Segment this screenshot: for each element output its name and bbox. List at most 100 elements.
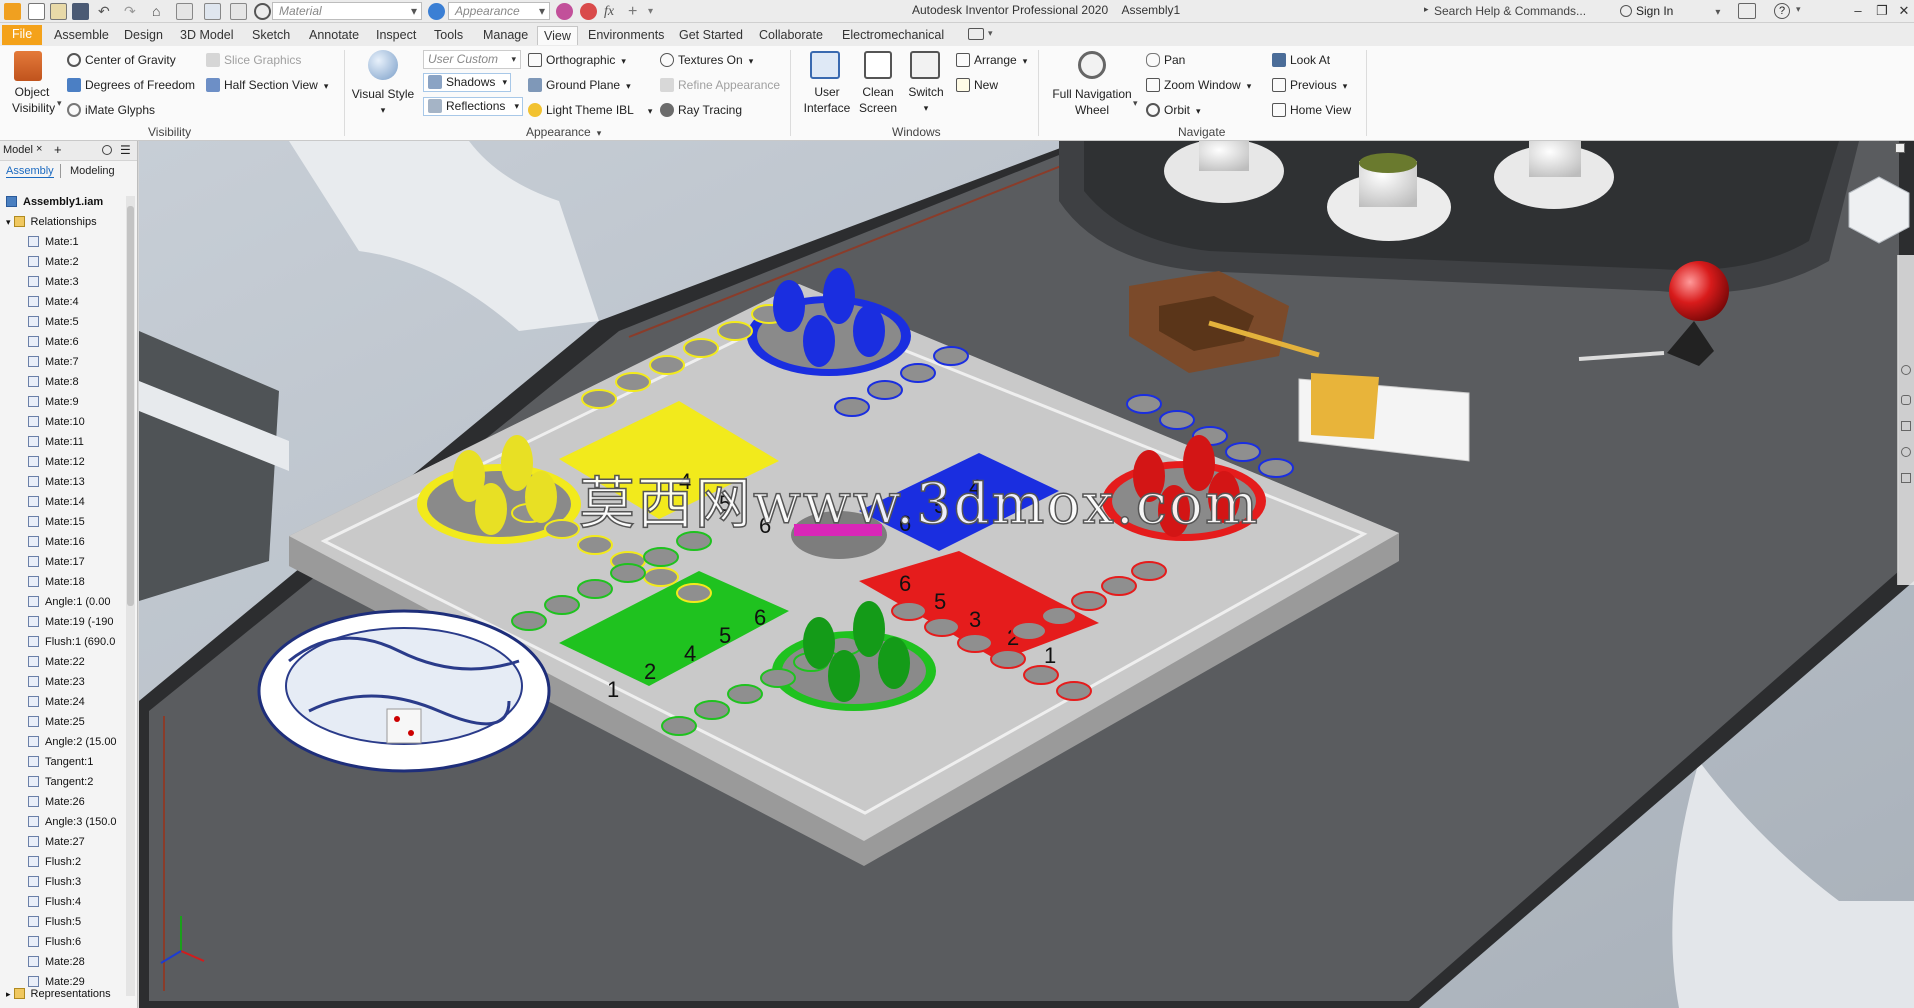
- browser-add-icon[interactable]: +: [54, 142, 62, 157]
- tree-representations[interactable]: ▸ Representations: [6, 984, 140, 1004]
- pan-hand-icon[interactable]: [1901, 395, 1911, 405]
- home-icon[interactable]: ⌂: [152, 3, 169, 20]
- close-window-icon[interactable]: ✕: [1893, 0, 1914, 22]
- search-help-input[interactable]: Search Help & Commands...: [1434, 1, 1592, 21]
- graphics-viewport[interactable]: 4 5 6 6 5 4 6 5 3 2 1 6 5 4 2 1 莫西网www.3…: [139, 141, 1914, 1008]
- full-navigation-wheel-button[interactable]: Full Navigation Wheel: [1048, 86, 1136, 118]
- tab-design[interactable]: Design: [118, 26, 169, 45]
- navigation-bar[interactable]: [1897, 255, 1914, 585]
- expand-icon[interactable]: ▸: [6, 989, 11, 999]
- degrees-of-freedom-button[interactable]: Degrees of Freedom: [67, 77, 195, 93]
- orthographic-button[interactable]: Orthographic ▾: [528, 52, 626, 69]
- refine-appearance-button[interactable]: Refine Appearance: [660, 77, 780, 93]
- clean-screen-button[interactable]: Clean Screen: [854, 84, 902, 116]
- save-icon[interactable]: [72, 3, 89, 20]
- shadows-button[interactable]: Shadows ▾: [423, 73, 511, 92]
- browser-close-icon[interactable]: ×: [36, 143, 42, 155]
- object-visibility-label-2: Visibility: [12, 101, 56, 115]
- zoom-icon[interactable]: [1901, 421, 1911, 431]
- center-of-gravity-button[interactable]: Center of Gravity: [67, 52, 176, 68]
- tab-assembly[interactable]: Assembly: [6, 165, 54, 178]
- browser-scrollbar[interactable]: [126, 196, 135, 996]
- tab-3d-model[interactable]: 3D Model: [174, 26, 240, 45]
- browser-search-icon[interactable]: [102, 145, 112, 155]
- select-icon[interactable]: [204, 3, 221, 20]
- material-selector[interactable]: Material ▾: [272, 2, 422, 20]
- track-space: [683, 338, 719, 358]
- adjust-appearance-icon[interactable]: [580, 3, 597, 20]
- tab-electromechanical[interactable]: Electromechanical: [836, 26, 950, 45]
- tab-environments[interactable]: Environments: [582, 26, 670, 45]
- constraint-icon: [28, 596, 39, 607]
- nav-wheel-icon[interactable]: [1901, 365, 1911, 375]
- visual-style-button[interactable]: Visual Style ▾: [351, 86, 415, 118]
- home-view-button[interactable]: Home View: [1272, 102, 1351, 118]
- reflections-button[interactable]: Reflections ▾: [423, 97, 523, 116]
- tab-file[interactable]: File: [2, 25, 43, 45]
- tree-relationships[interactable]: ▾ Relationships: [6, 212, 140, 232]
- slice-graphics-button[interactable]: Slice Graphics: [206, 52, 301, 68]
- open-folder-icon[interactable]: [50, 3, 67, 20]
- user-interface-button[interactable]: User Interface: [798, 84, 856, 116]
- textures-on-button[interactable]: Textures On ▾: [660, 52, 753, 69]
- light-theme-button[interactable]: Light Theme IBL ▾: [528, 102, 652, 119]
- object-visibility-dropdown-icon[interactable]: ▾: [57, 98, 62, 109]
- tree-constraint-label: Flush:6: [45, 936, 82, 948]
- ribbon-toggle-dropdown-icon[interactable]: ▾: [988, 28, 993, 39]
- tab-assemble[interactable]: Assemble: [48, 26, 115, 45]
- update-icon[interactable]: [176, 3, 193, 20]
- maximize-viewport-icon[interactable]: [1895, 143, 1905, 153]
- tab-sketch[interactable]: Sketch: [246, 26, 296, 45]
- orbit-button[interactable]: Orbit ▾: [1146, 102, 1201, 119]
- tab-view[interactable]: View: [537, 26, 578, 45]
- scroll-thumb[interactable]: [127, 206, 134, 606]
- pan-button[interactable]: Pan: [1146, 52, 1185, 68]
- help-icon[interactable]: ?: [1774, 3, 1790, 19]
- sign-in-button[interactable]: Sign In ▾: [1620, 1, 1720, 21]
- new-window-button[interactable]: New: [956, 77, 998, 93]
- half-section-view-button[interactable]: Half Section View ▾: [206, 77, 328, 94]
- look-at-button[interactable]: Look At: [1272, 52, 1330, 68]
- measure-icon[interactable]: [230, 3, 247, 20]
- track-space: [760, 668, 796, 688]
- clear-appearance-icon[interactable]: [556, 3, 573, 20]
- orbit-nav-icon[interactable]: [1901, 447, 1911, 457]
- search-expand-icon[interactable]: ▸: [1424, 4, 1429, 15]
- arrange-button[interactable]: Arrange ▾: [956, 52, 1027, 69]
- add-icon[interactable]: +: [628, 3, 645, 20]
- help-dropdown-icon[interactable]: ▾: [1796, 4, 1801, 15]
- tab-annotate[interactable]: Annotate: [303, 26, 365, 45]
- app-menu-icon[interactable]: [4, 3, 21, 20]
- tab-manage[interactable]: Manage: [477, 26, 534, 45]
- tree-root-assembly[interactable]: Assembly1.iam: [6, 192, 140, 212]
- tab-inspect[interactable]: Inspect: [370, 26, 422, 45]
- zoom-window-button[interactable]: Zoom Window ▾: [1146, 77, 1251, 94]
- ribbon-toggle-icon[interactable]: [968, 28, 984, 40]
- imate-glyphs-button[interactable]: iMate Glyphs: [67, 102, 155, 118]
- tab-modeling[interactable]: Modeling: [70, 165, 115, 177]
- previous-view-button[interactable]: Previous ▾: [1272, 77, 1347, 94]
- appearance-group-label[interactable]: Appearance ▾: [526, 125, 601, 139]
- look-at-nav-icon[interactable]: [1901, 473, 1911, 483]
- user-custom-dropdown[interactable]: User Custom ▾: [423, 50, 521, 69]
- tab-collaborate[interactable]: Collaborate: [753, 26, 829, 45]
- new-file-icon[interactable]: [28, 3, 45, 20]
- qat-dropdown-icon[interactable]: ▾: [648, 3, 665, 20]
- browser-menu-icon[interactable]: ☰: [120, 143, 131, 157]
- cart-icon[interactable]: [1738, 3, 1756, 19]
- minimize-icon[interactable]: –: [1847, 0, 1869, 22]
- full-nav-dropdown-icon[interactable]: ▾: [1133, 98, 1138, 109]
- collapse-icon[interactable]: ▾: [6, 217, 11, 227]
- appearance-selector[interactable]: Appearance ▾: [448, 2, 550, 20]
- ground-plane-icon: [528, 78, 542, 92]
- tab-get-started[interactable]: Get Started: [673, 26, 749, 45]
- object-visibility-button[interactable]: Object Visibility: [12, 84, 56, 116]
- undo-icon[interactable]: ↶: [98, 3, 115, 20]
- switch-button[interactable]: Switch ▾: [900, 84, 952, 116]
- parameters-icon[interactable]: fx: [604, 3, 621, 20]
- ground-plane-button[interactable]: Ground Plane ▾: [528, 77, 631, 94]
- ray-tracing-button[interactable]: Ray Tracing: [660, 102, 742, 118]
- tab-tools[interactable]: Tools: [428, 26, 469, 45]
- redo-icon[interactable]: ↷: [124, 3, 141, 20]
- restore-icon[interactable]: ❐: [1871, 0, 1893, 22]
